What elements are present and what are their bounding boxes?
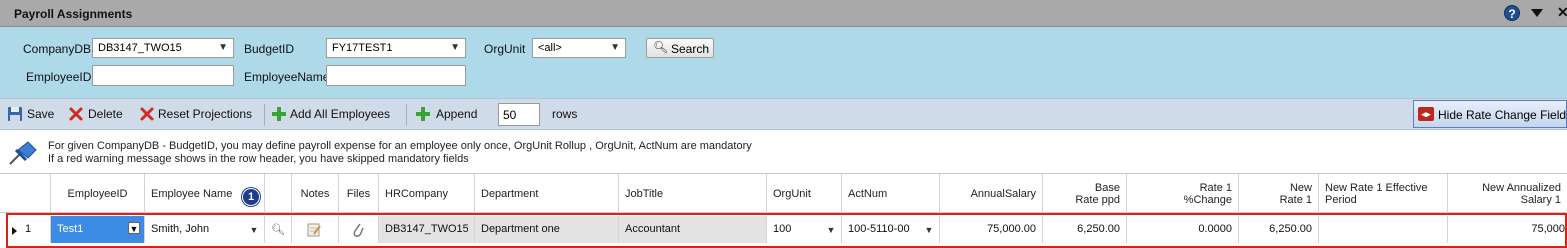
employeeid-input[interactable] xyxy=(92,65,234,86)
orgunit-select-value: <all> xyxy=(538,42,562,54)
column-header-files[interactable]: Files xyxy=(339,174,379,214)
column-header-new-rate1[interactable]: New Rate 1 xyxy=(1239,174,1319,214)
collapse-icon[interactable] xyxy=(1531,9,1543,17)
new-rate1-effective-cell[interactable] xyxy=(1319,216,1448,243)
column-header-employeeid[interactable]: EmployeeID xyxy=(51,174,145,214)
jobtitle-cell: Accountant xyxy=(619,216,767,243)
employee-name-cell[interactable]: Smith, John ▼ xyxy=(145,216,265,243)
notes-cell[interactable] xyxy=(292,216,339,243)
row-header[interactable]: 1 xyxy=(0,216,51,243)
step-badge: 1 xyxy=(242,188,260,206)
search-button[interactable]: 🔍︎ Search xyxy=(646,38,714,58)
employeeid-label: EmployeeID xyxy=(26,70,92,84)
lookup-cell[interactable]: 🔍︎ xyxy=(265,216,292,243)
column-header-hrcompany[interactable]: HRCompany xyxy=(379,174,475,214)
help-icon[interactable]: ? xyxy=(1504,5,1520,21)
row-header-column xyxy=(0,174,51,214)
hide-rate-change-fields-label: Hide Rate Change Fields xyxy=(1438,108,1567,122)
company-label: CompanyDB xyxy=(23,42,92,56)
base-rate-cell[interactable]: 6,250.00 xyxy=(1043,216,1127,243)
toolbar-separator xyxy=(264,104,265,126)
toolbar: Save Delete Reset Projections Add All Em… xyxy=(0,98,1567,130)
paperclip-icon[interactable] xyxy=(351,221,365,239)
rate1-change-cell[interactable]: 0.0000 xyxy=(1127,216,1239,243)
chevron-down-icon[interactable]: ▼ xyxy=(128,222,140,234)
column-header-notes[interactable]: Notes xyxy=(292,174,339,214)
add-icon xyxy=(416,107,430,121)
table-row[interactable]: 1 Test1 ▼ Smith, John ▼ 🔍︎ DB3147_TWO15 xyxy=(0,213,1567,248)
company-select-value: DB3147_TWO15 xyxy=(98,42,182,54)
chevron-down-icon[interactable]: ▼ xyxy=(923,224,935,236)
save-icon xyxy=(8,107,22,121)
info-line-2: If a red warning message shows in the ro… xyxy=(48,153,469,165)
orgunit-cell[interactable]: 100 ▼ xyxy=(767,216,842,243)
new-rate1-cell[interactable]: 6,250.00 xyxy=(1239,216,1319,243)
column-header-orgunit[interactable]: OrgUnit xyxy=(767,174,842,214)
column-header-jobtitle[interactable]: JobTitle xyxy=(619,174,767,214)
pushpin-icon xyxy=(9,141,37,165)
notes-icon[interactable] xyxy=(306,222,322,238)
orgunit-label: OrgUnit xyxy=(484,42,526,56)
column-header-rate1-change[interactable]: Rate 1 %Change xyxy=(1127,174,1239,214)
files-cell[interactable] xyxy=(339,216,379,243)
chevron-down-icon: ▼ xyxy=(218,42,228,53)
column-header-actnum[interactable]: ActNum xyxy=(842,174,940,214)
info-line-1: For given CompanyDB - BudgetID, you may … xyxy=(48,140,752,152)
grid-header: EmployeeID Employee Name 1 Notes Files H… xyxy=(0,173,1567,214)
toolbar-separator xyxy=(406,104,407,126)
chevron-down-icon[interactable]: ▼ xyxy=(825,224,837,236)
close-icon[interactable]: ✕ xyxy=(1557,4,1567,21)
chevron-down-icon: ▼ xyxy=(610,42,620,53)
new-annualized-cell[interactable]: 75,000 xyxy=(1448,216,1567,243)
budget-select[interactable]: FY17TEST1 ▼ xyxy=(326,38,466,58)
rows-input[interactable]: 50 xyxy=(498,103,540,126)
append-button[interactable]: Append xyxy=(436,107,477,121)
delete-button[interactable]: Delete xyxy=(88,107,123,121)
column-header-base-rate[interactable]: Base Rate ppd xyxy=(1043,174,1127,214)
column-header-new-rate1-effective[interactable]: New Rate 1 Effective Period xyxy=(1319,174,1448,214)
row-indicator-icon xyxy=(12,227,17,235)
column-header-annual-salary[interactable]: AnnualSalary xyxy=(940,174,1043,214)
department-cell: Department one xyxy=(475,216,619,243)
chevron-down-icon[interactable]: ▼ xyxy=(248,224,260,236)
filter-panel: CompanyDB DB3147_TWO15 ▼ BudgetID FY17TE… xyxy=(0,27,1567,98)
orgunit-select[interactable]: <all> ▼ xyxy=(532,38,626,58)
column-header-department[interactable]: Department xyxy=(475,174,619,214)
reset-projections-button[interactable]: Reset Projections xyxy=(158,107,252,121)
row-number: 1 xyxy=(25,223,32,235)
collapse-columns-icon: ◂▸ xyxy=(1418,107,1434,121)
window-title: Payroll Assignments xyxy=(14,7,133,21)
delete-icon xyxy=(69,107,83,121)
search-button-label: Search xyxy=(671,42,710,56)
title-bar: Payroll Assignments ? ✕ xyxy=(0,0,1567,27)
save-button[interactable]: Save xyxy=(27,107,54,121)
rows-input-value: 50 xyxy=(503,108,517,122)
company-select[interactable]: DB3147_TWO15 ▼ xyxy=(92,38,234,58)
payroll-grid: EmployeeID Employee Name 1 Notes Files H… xyxy=(0,173,1567,248)
employeeid-cell[interactable]: Test1 ▼ xyxy=(51,216,145,243)
budget-label: BudgetID xyxy=(244,42,295,56)
add-all-employees-button[interactable]: Add All Employees xyxy=(290,107,390,121)
actnum-cell[interactable]: 100-5110-00 ▼ xyxy=(842,216,940,243)
employeename-label: EmployeeName xyxy=(244,70,330,84)
hide-rate-change-fields-button[interactable]: ◂▸ Hide Rate Change Fields xyxy=(1413,100,1567,128)
hrcompany-cell: DB3147_TWO15 xyxy=(379,216,475,243)
employeename-input[interactable] xyxy=(326,65,466,86)
rows-label: rows xyxy=(552,107,578,121)
column-header-new-annualized[interactable]: New Annualized Salary 1 xyxy=(1448,174,1567,214)
annual-salary-cell[interactable]: 75,000.00 xyxy=(940,216,1043,243)
reset-icon xyxy=(140,107,154,121)
budget-select-value: FY17TEST1 xyxy=(332,42,393,54)
chevron-down-icon: ▼ xyxy=(450,42,460,53)
info-panel: For given CompanyDB - BudgetID, you may … xyxy=(0,130,1567,173)
add-icon xyxy=(272,107,286,121)
column-header-lookup xyxy=(265,174,292,214)
search-icon[interactable]: 🔍︎ xyxy=(271,223,285,236)
search-icon: 🔍︎ xyxy=(653,40,669,54)
